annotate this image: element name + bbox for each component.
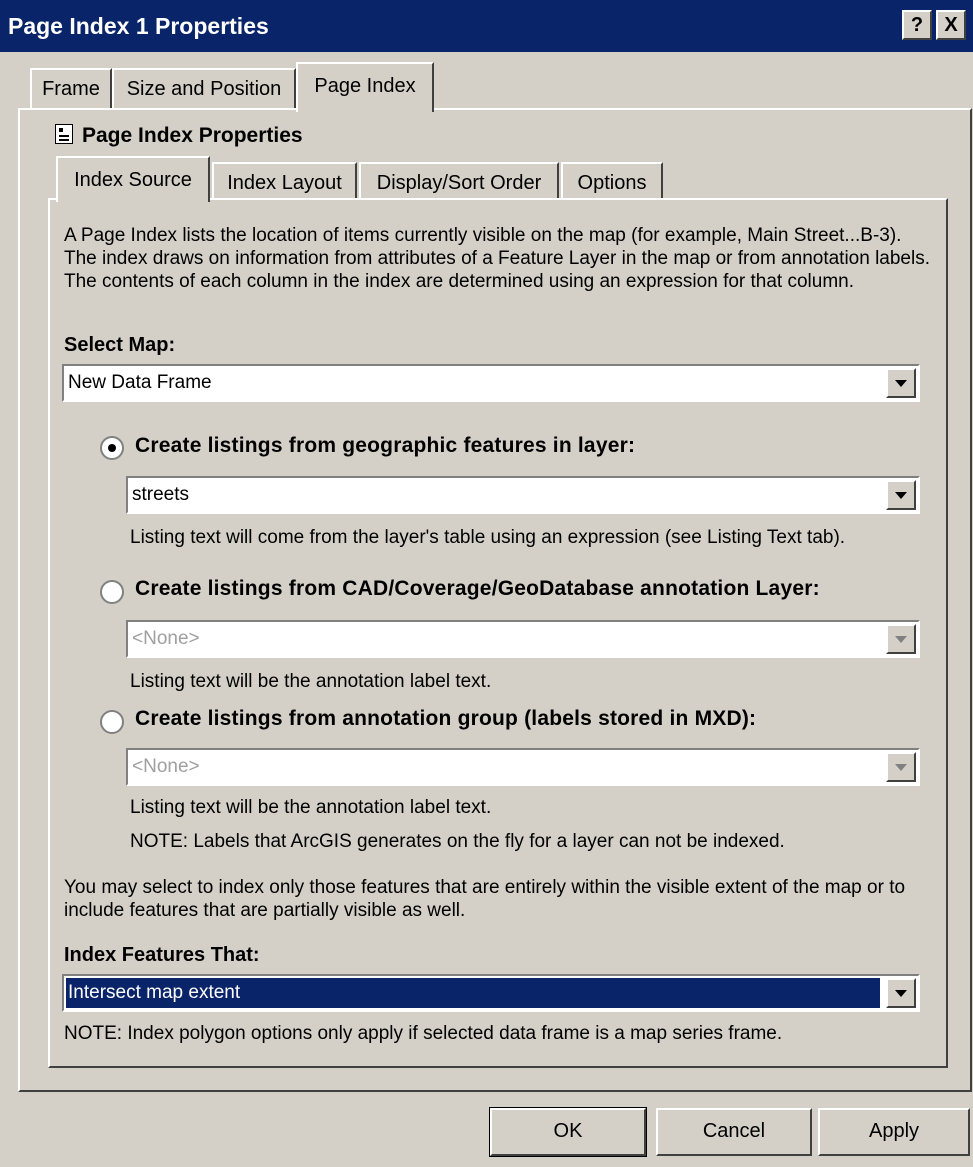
page-index-heading: Page Index Properties	[82, 124, 303, 147]
chevron-down-icon[interactable]	[886, 624, 916, 654]
option2-note: Listing text will be the annotation labe…	[130, 671, 492, 692]
tab-size-and-position[interactable]: Size and Position	[112, 68, 296, 108]
annotation-group-value: <None>	[132, 756, 200, 777]
tab-index-layout[interactable]: Index Layout	[212, 162, 357, 202]
polygon-note: NOTE: Index polygon options only apply i…	[64, 1023, 783, 1044]
radio-annotation-group-label[interactable]: Create listings from annotation group (l…	[135, 707, 756, 731]
close-button[interactable]: X	[936, 10, 966, 40]
layer-value: streets	[132, 484, 190, 505]
chevron-down-icon[interactable]	[886, 480, 916, 510]
radio-annotation-group[interactable]	[100, 710, 124, 734]
annotation-layer-value: <None>	[132, 628, 200, 649]
select-map-value: New Data Frame	[68, 372, 212, 393]
layer-dropdown[interactable]: streets	[126, 476, 920, 514]
page-index-icon	[55, 124, 73, 144]
chevron-down-icon[interactable]	[886, 752, 916, 782]
chevron-down-icon[interactable]	[886, 978, 916, 1008]
select-map-dropdown[interactable]: New Data Frame	[62, 364, 920, 402]
option1-note: Listing text will come from the layer's …	[130, 527, 846, 548]
option3-note: Listing text will be the annotation labe…	[130, 797, 492, 818]
radio-annotation-layer-label[interactable]: Create listings from CAD/Coverage/GeoDat…	[135, 577, 820, 601]
annotation-layer-dropdown[interactable]: <None>	[126, 620, 920, 658]
radio-annotation-layer[interactable]	[100, 580, 124, 604]
chevron-down-icon[interactable]	[886, 368, 916, 398]
radio-geographic-features-label[interactable]: Create listings from geographic features…	[135, 434, 635, 458]
select-map-label: Select Map:	[64, 334, 176, 356]
tab-options[interactable]: Options	[561, 162, 663, 202]
option3-note2: NOTE: Labels that ArcGIS generates on th…	[130, 831, 785, 852]
page-index-description: A Page Index lists the location of items…	[64, 225, 931, 292]
extent-description: You may select to index only those featu…	[64, 877, 906, 921]
properties-dialog: Page Index 1 Properties ? X Frame Size a…	[0, 0, 973, 1167]
dialog-title: Page Index 1 Properties	[8, 13, 269, 39]
cancel-button[interactable]: Cancel	[656, 1108, 812, 1156]
apply-button[interactable]: Apply	[818, 1108, 970, 1156]
annotation-group-dropdown[interactable]: <None>	[126, 748, 920, 786]
index-features-dropdown[interactable]: Intersect map extent	[62, 974, 920, 1012]
ok-button[interactable]: OK	[489, 1107, 647, 1157]
radio-geographic-features[interactable]	[100, 436, 124, 460]
tab-index-source[interactable]: Index Source	[56, 156, 210, 202]
tab-page-index[interactable]: Page Index	[296, 62, 434, 112]
index-features-value: Intersect map extent	[66, 978, 880, 1008]
index-features-label: Index Features That:	[64, 944, 260, 966]
title-bar[interactable]: Page Index 1 Properties ? X	[0, 0, 973, 52]
help-button[interactable]: ?	[902, 10, 932, 40]
tab-frame[interactable]: Frame	[30, 68, 112, 108]
tab-display-sort-order[interactable]: Display/Sort Order	[359, 162, 559, 202]
